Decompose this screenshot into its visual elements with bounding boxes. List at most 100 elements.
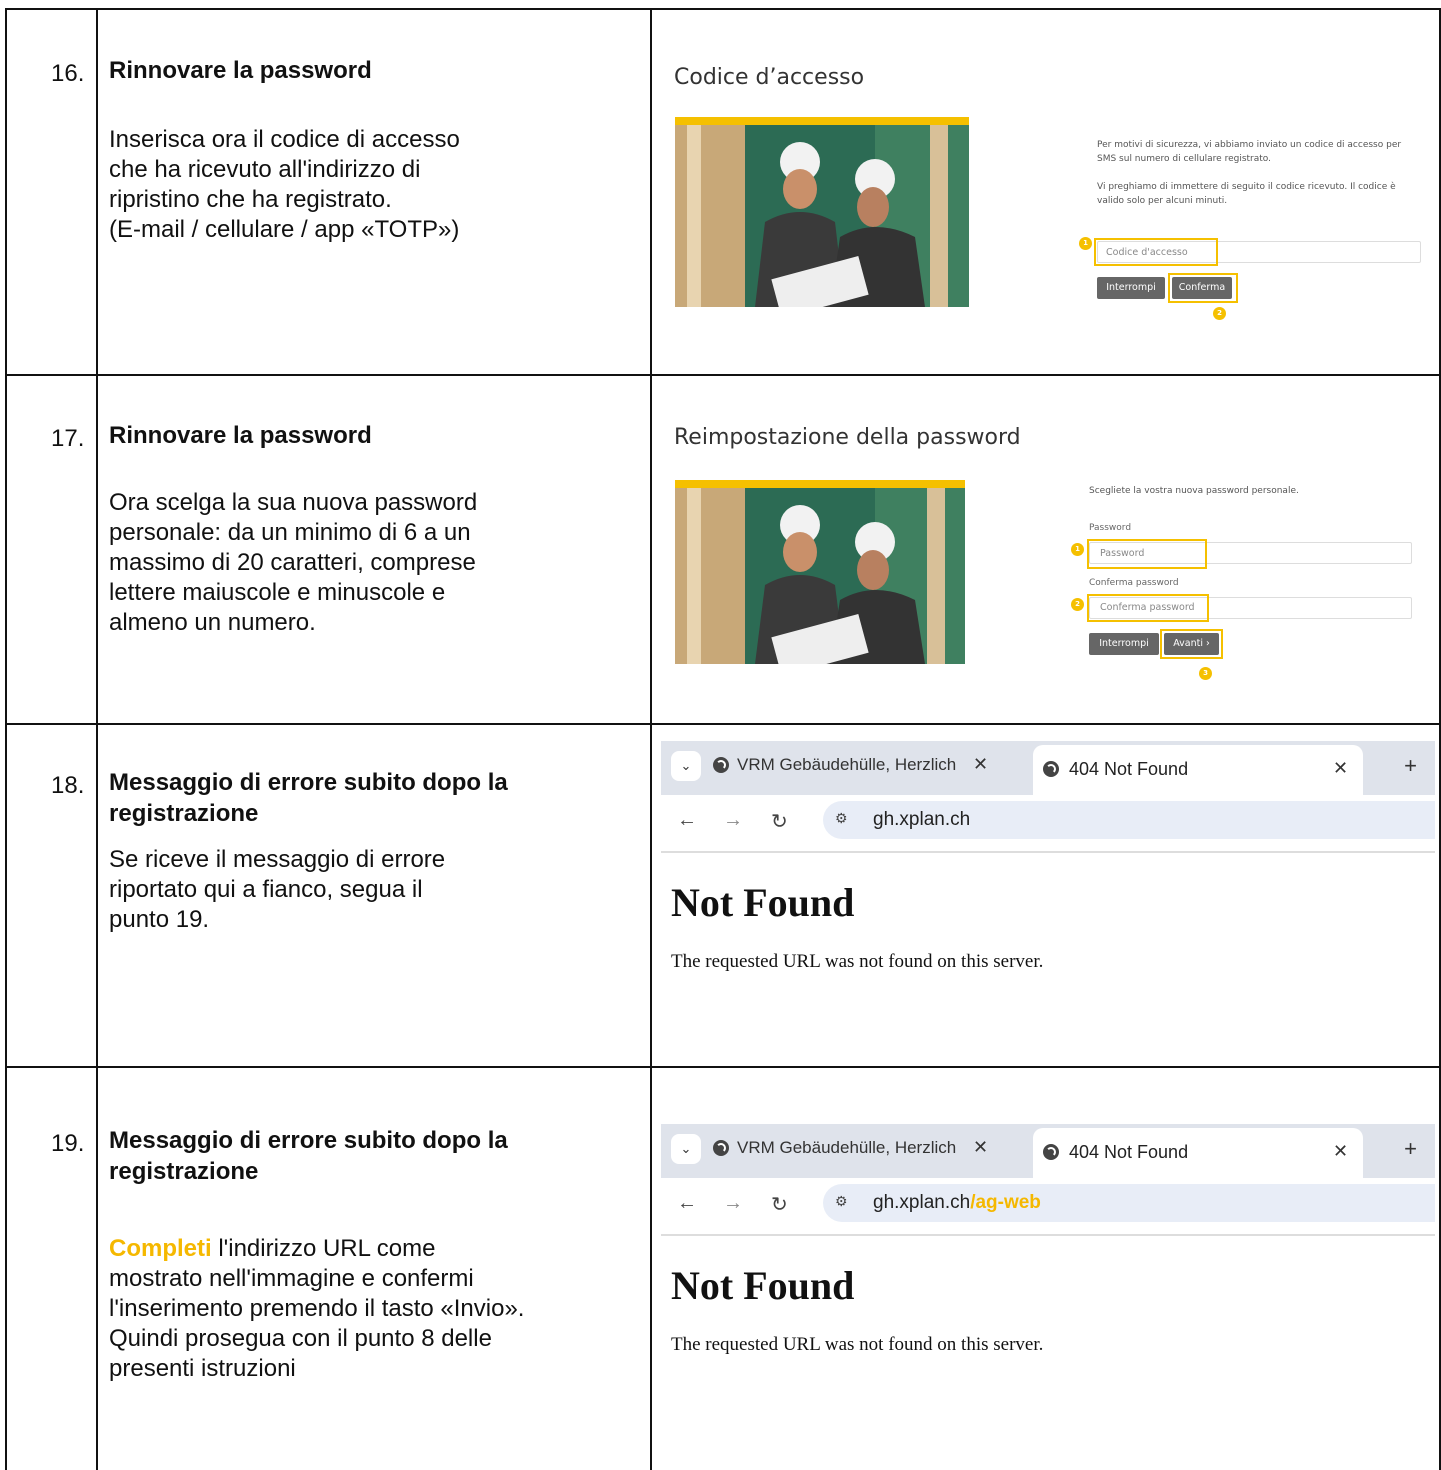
- error-heading: Not Found: [671, 880, 855, 925]
- desc-line: almeno un numero.: [109, 609, 316, 636]
- step-description: Se riceve il messaggio di errore riporta…: [109, 845, 639, 935]
- arrow-right-icon[interactable]: →: [723, 809, 743, 832]
- step-title: Rinnovare la password: [109, 422, 372, 449]
- arrow-left-icon[interactable]: ←: [677, 809, 697, 832]
- step-number: 16.: [51, 60, 85, 87]
- step-badge: 3: [1199, 667, 1212, 680]
- plus-icon[interactable]: +: [1404, 753, 1417, 779]
- chevron-down-icon[interactable]: ⌄: [671, 751, 701, 781]
- close-icon[interactable]: ✕: [1333, 1141, 1348, 1162]
- step-number: 17.: [51, 425, 85, 452]
- desc-line: l'inserimento premendo il tasto «Invio».: [109, 1295, 525, 1322]
- title-line: Messaggio di errore subito dopo la: [109, 769, 508, 796]
- step-badge: 1: [1071, 543, 1084, 556]
- desc-line: mostrato nell'immagine e confermi: [109, 1265, 474, 1292]
- step-description: Completi l'indirizzo URL come mostrato n…: [109, 1234, 639, 1384]
- close-icon[interactable]: ✕: [1333, 758, 1348, 779]
- desc-line: presenti istruzioni: [109, 1355, 296, 1382]
- plus-icon[interactable]: +: [1404, 1136, 1417, 1162]
- url-text: gh.xplan.ch: [873, 809, 971, 830]
- password-label: Password: [1089, 523, 1132, 533]
- globe-icon: [1043, 1144, 1059, 1160]
- url-field[interactable]: ⚙ gh.xplan.ch/ag-web: [823, 1184, 1435, 1222]
- tab-active[interactable]: 404 Not Found ✕: [1033, 1128, 1363, 1178]
- desc-line: ripristino che ha registrato.: [109, 186, 392, 213]
- tab-label: 404 Not Found: [1069, 1142, 1189, 1162]
- url-field[interactable]: ⚙ gh.xplan.ch: [823, 801, 1435, 839]
- site-settings-icon[interactable]: ⚙: [835, 1193, 848, 1210]
- globe-icon: [713, 1140, 729, 1156]
- desc-line: che ha ricevuto all'indirizzo di: [109, 156, 421, 183]
- desc-line: Ora scelga la sua nuova password: [109, 489, 478, 516]
- tab-label: VRM Gebäudehülle, Herzlich wi: [737, 1138, 957, 1157]
- info-line: Per motivi di sicurezza, vi abbiamo invi…: [1097, 140, 1402, 150]
- highlight-box: [1168, 273, 1238, 303]
- info-text: Scegliete la vostra nuova password perso…: [1089, 486, 1299, 496]
- close-icon[interactable]: ✕: [973, 754, 988, 775]
- title-line: registrazione: [109, 1158, 259, 1185]
- step-badge: 1: [1079, 237, 1092, 250]
- info-line: valido solo per alcuni minuti.: [1097, 196, 1228, 206]
- column-divider-left: [96, 10, 98, 1470]
- error-message: The requested URL was not found on this …: [671, 1334, 1044, 1355]
- tab-label: VRM Gebäudehülle, Herzlich wi: [737, 755, 957, 774]
- step-description: Inserisca ora il codice di accesso che h…: [109, 125, 639, 245]
- arrow-right-icon[interactable]: →: [723, 1192, 743, 1215]
- step-badge: 2: [1213, 307, 1226, 320]
- desc-line: Completi l'indirizzo URL come: [109, 1234, 639, 1264]
- tab-active[interactable]: 404 Not Found ✕: [1033, 745, 1363, 795]
- arrow-left-icon[interactable]: ←: [677, 1192, 697, 1215]
- info-text: Per motivi di sicurezza, vi abbiamo invi…: [1097, 138, 1417, 166]
- row-divider-3: [7, 1066, 1439, 1068]
- site-settings-icon[interactable]: ⚙: [835, 810, 848, 827]
- url-text: gh.xplan.ch: [873, 1192, 971, 1213]
- desc-line: (E-mail / cellulare / app «TOTP»): [109, 216, 460, 243]
- tab-label: 404 Not Found: [1069, 759, 1189, 779]
- row-divider-2: [7, 723, 1439, 725]
- step-number: 18.: [51, 772, 85, 799]
- url-suffix: /ag-web: [970, 1192, 1041, 1213]
- desc-line: Quindi prosegua con il punto 8 delle: [109, 1325, 492, 1352]
- address-bar: ← → ↻ ⚙ gh.xplan.ch: [661, 795, 1435, 847]
- cancel-button[interactable]: Interrompi: [1089, 633, 1159, 655]
- cancel-button[interactable]: Interrompi: [1097, 277, 1165, 299]
- error-message: The requested URL was not found on this …: [671, 951, 1044, 972]
- step-number: 19.: [51, 1130, 85, 1157]
- title-line: Messaggio di errore subito dopo la: [109, 1127, 508, 1154]
- password-placeholder: Password: [1100, 548, 1145, 559]
- reload-icon[interactable]: ↻: [771, 1192, 788, 1217]
- confirm-password-placeholder: Conferma password: [1100, 602, 1195, 613]
- close-icon[interactable]: ✕: [973, 1137, 988, 1158]
- highlight-word: Completi: [109, 1235, 212, 1262]
- globe-icon: [1043, 761, 1059, 777]
- column-divider-middle: [650, 10, 652, 1470]
- desc-line: lettere maiuscole e minuscole e: [109, 579, 446, 606]
- chevron-down-icon[interactable]: ⌄: [671, 1134, 701, 1164]
- screen-title: Codice d’accesso: [674, 65, 865, 90]
- info-line: SMS sul numero di cellulare registrato.: [1097, 154, 1271, 164]
- access-code-placeholder: Codice d'accesso: [1106, 247, 1188, 258]
- row-divider-1: [7, 374, 1439, 376]
- address-bar: ← → ↻ ⚙ gh.xplan.ch/ag-web: [661, 1178, 1435, 1230]
- reload-icon[interactable]: ↻: [771, 809, 788, 834]
- step-title: Rinnovare la password: [109, 57, 372, 84]
- info-line: Vi preghiamo di immettere di seguito il …: [1097, 182, 1396, 192]
- workers-photo: [675, 480, 965, 664]
- screen-title: Reimpostazione della password: [674, 425, 1021, 450]
- browser-screenshot: ⌄ VRM Gebäudehülle, Herzlich wi ✕ 404 No…: [661, 741, 1435, 1041]
- desc-line: punto 19.: [109, 906, 210, 933]
- highlight-box: [1160, 629, 1223, 659]
- confirm-password-label: Conferma password: [1089, 578, 1179, 588]
- desc-line: massimo di 20 caratteri, comprese: [109, 549, 476, 576]
- desc-line: Inserisca ora il codice di accesso: [109, 126, 460, 153]
- info-text: Vi preghiamo di immettere di seguito il …: [1097, 180, 1417, 208]
- divider: [661, 851, 1435, 853]
- desc-line: riportato qui a fianco, segua il: [109, 876, 423, 903]
- globe-icon: [713, 757, 729, 773]
- step-title: Messaggio di errore subito dopo la regis…: [109, 1125, 508, 1187]
- step-title: Messaggio di errore subito dopo la regis…: [109, 767, 508, 829]
- browser-screenshot: ⌄ VRM Gebäudehülle, Herzlich wi ✕ 404 No…: [661, 1124, 1435, 1424]
- step-description: Ora scelga la sua nuova password persona…: [109, 488, 639, 638]
- desc-line: personale: da un minimo di 6 a un: [109, 519, 471, 546]
- divider: [661, 1234, 1435, 1236]
